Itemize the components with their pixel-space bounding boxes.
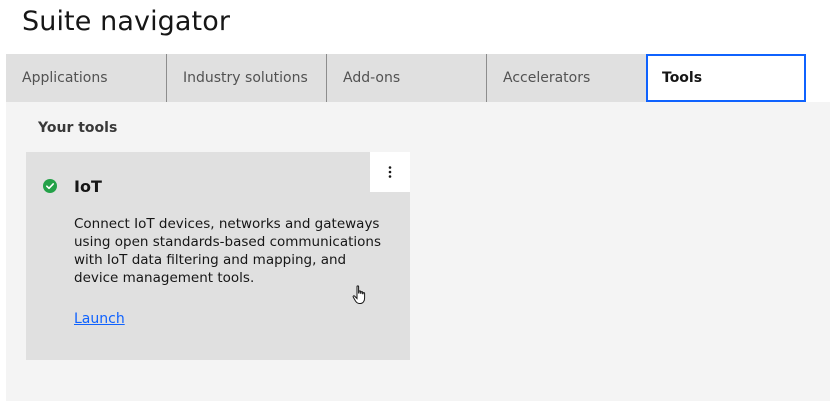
tab-panel-tools: Your tools IoT Connect IoT devices, netw… — [6, 102, 830, 401]
tool-tile-iot: IoT Connect IoT devices, networks and ga… — [26, 152, 410, 360]
tab-list: Applications Industry solutions Add-ons … — [6, 54, 806, 102]
tab-label: Industry solutions — [183, 70, 308, 86]
tab-add-ons[interactable]: Add-ons — [326, 54, 486, 102]
check-circle-icon — [43, 179, 57, 193]
section-title: Your tools — [38, 120, 118, 136]
tab-label: Add-ons — [343, 70, 401, 86]
launch-link[interactable]: Launch — [74, 311, 125, 327]
tab-applications[interactable]: Applications — [6, 54, 166, 102]
tab-accelerators[interactable]: Accelerators — [486, 54, 646, 102]
suite-navigator-page: Suite navigator Applications Industry so… — [0, 0, 830, 401]
overflow-menu-vertical-icon — [388, 166, 392, 178]
tab-label: Applications — [22, 70, 108, 86]
tab-label: Tools — [662, 70, 703, 86]
overflow-menu-button[interactable] — [370, 152, 410, 192]
tab-tools[interactable]: Tools — [646, 54, 806, 102]
tab-industry-solutions[interactable]: Industry solutions — [166, 54, 326, 102]
page-title: Suite navigator — [22, 6, 231, 37]
tab-label: Accelerators — [503, 70, 591, 86]
tile-description: Connect IoT devices, networks and gatewa… — [74, 216, 381, 286]
tile-title: IoT — [74, 177, 102, 196]
